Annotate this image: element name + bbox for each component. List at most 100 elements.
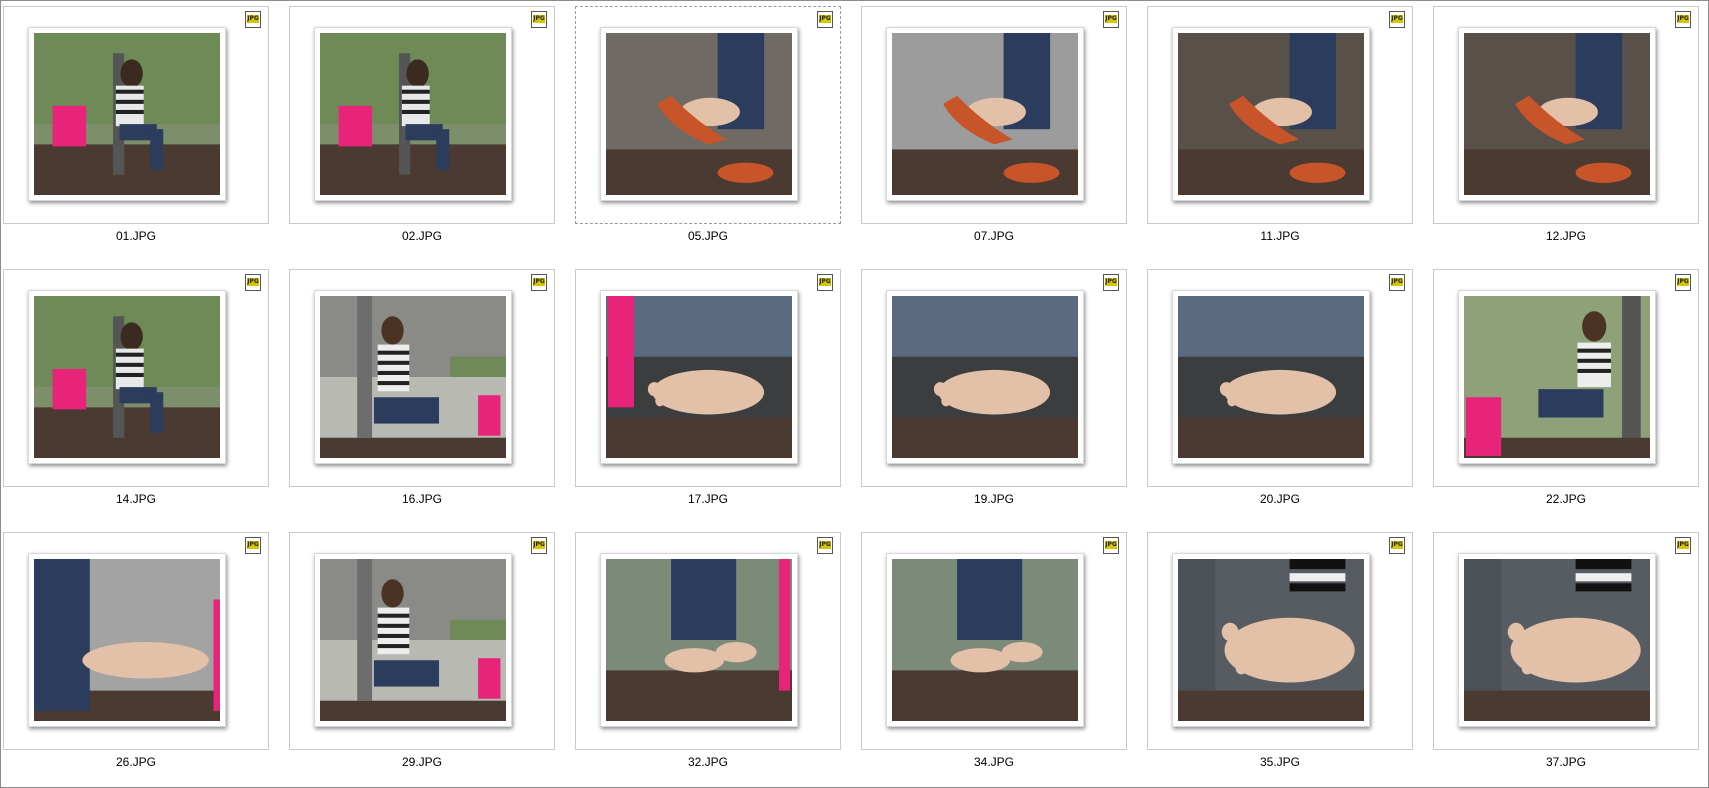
thumbnail-photo — [606, 559, 792, 721]
file-name-label[interactable]: 01.JPG — [3, 229, 269, 243]
file-name-label[interactable]: 22.JPG — [1433, 492, 1699, 506]
thumbnail-photo — [1464, 33, 1650, 195]
thumbnail-frame[interactable]: JPG — [861, 6, 1127, 224]
file-item[interactable]: JPG 14.JPG — [3, 269, 269, 513]
image-thumbnail[interactable] — [28, 27, 226, 201]
thumbnail-frame[interactable]: JPG — [1433, 269, 1699, 487]
file-name-label[interactable]: 26.JPG — [3, 755, 269, 769]
jpg-badge-text: JPG — [247, 15, 259, 23]
jpg-file-type-icon: JPG — [817, 274, 833, 291]
file-name-label[interactable]: 02.JPG — [289, 229, 555, 243]
file-name-label[interactable]: 20.JPG — [1147, 492, 1413, 506]
thumbnail-photo — [34, 296, 220, 458]
image-thumbnail[interactable] — [886, 290, 1084, 464]
thumbnail-grid: JPG 01.JPG JPG 02.JPG JPG 05.JPG JPG 07.JPG JPG 1… — [3, 6, 1699, 776]
thumbnail-frame[interactable]: JPG — [3, 532, 269, 750]
jpg-file-type-icon: JPG — [817, 537, 833, 554]
file-item[interactable]: JPG 34.JPG — [861, 532, 1127, 776]
thumbnail-frame[interactable]: JPG — [289, 6, 555, 224]
image-thumbnail[interactable] — [28, 290, 226, 464]
image-thumbnail[interactable] — [1172, 290, 1370, 464]
file-item[interactable]: JPG 02.JPG — [289, 6, 555, 250]
jpg-badge-text: JPG — [1391, 15, 1403, 23]
file-item[interactable]: JPG 16.JPG — [289, 269, 555, 513]
file-item[interactable]: JPG 37.JPG — [1433, 532, 1699, 776]
file-item[interactable]: JPG 12.JPG — [1433, 6, 1699, 250]
image-thumbnail[interactable] — [1172, 27, 1370, 201]
jpg-file-type-icon: JPG — [531, 274, 547, 291]
thumbnail-frame[interactable]: JPG — [575, 532, 841, 750]
file-item[interactable]: JPG 29.JPG — [289, 532, 555, 776]
jpg-badge-text: JPG — [1677, 15, 1689, 23]
file-item[interactable]: JPG 35.JPG — [1147, 532, 1413, 776]
jpg-badge-text: JPG — [247, 278, 259, 286]
file-name-label[interactable]: 16.JPG — [289, 492, 555, 506]
image-thumbnail[interactable] — [28, 553, 226, 727]
image-thumbnail[interactable] — [1458, 27, 1656, 201]
file-item[interactable]: JPG 07.JPG — [861, 6, 1127, 250]
image-thumbnail[interactable] — [886, 27, 1084, 201]
image-thumbnail[interactable] — [314, 27, 512, 201]
thumbnail-frame[interactable]: JPG — [1147, 532, 1413, 750]
file-name-label[interactable]: 32.JPG — [575, 755, 841, 769]
file-item[interactable]: JPG 17.JPG — [575, 269, 841, 513]
thumbnail-frame[interactable]: JPG — [289, 269, 555, 487]
image-thumbnail[interactable] — [600, 290, 798, 464]
jpg-file-type-icon: JPG — [1675, 11, 1691, 28]
image-thumbnail[interactable] — [1172, 553, 1370, 727]
file-item[interactable]: JPG 19.JPG — [861, 269, 1127, 513]
thumbnail-photo — [606, 296, 792, 458]
jpg-file-type-icon: JPG — [245, 274, 261, 291]
file-item[interactable]: JPG 11.JPG — [1147, 6, 1413, 250]
file-item[interactable]: JPG 01.JPG — [3, 6, 269, 250]
thumbnail-frame[interactable]: JPG — [3, 6, 269, 224]
image-thumbnail[interactable] — [314, 290, 512, 464]
jpg-badge-text: JPG — [533, 541, 545, 549]
image-thumbnail[interactable] — [886, 553, 1084, 727]
thumbnail-frame[interactable]: JPG — [289, 532, 555, 750]
jpg-file-type-icon: JPG — [1675, 274, 1691, 291]
thumbnail-frame[interactable]: JPG — [1433, 532, 1699, 750]
jpg-badge-text: JPG — [819, 541, 831, 549]
file-item[interactable]: JPG 32.JPG — [575, 532, 841, 776]
file-name-label[interactable]: 34.JPG — [861, 755, 1127, 769]
thumbnail-photo — [606, 33, 792, 195]
file-name-label[interactable]: 35.JPG — [1147, 755, 1413, 769]
jpg-file-type-icon: JPG — [1675, 537, 1691, 554]
image-thumbnail[interactable] — [1458, 290, 1656, 464]
file-name-label[interactable]: 14.JPG — [3, 492, 269, 506]
file-item[interactable]: JPG 26.JPG — [3, 532, 269, 776]
file-name-label[interactable]: 11.JPG — [1147, 229, 1413, 243]
thumbnail-frame[interactable]: JPG — [1147, 269, 1413, 487]
image-thumbnail[interactable] — [600, 553, 798, 727]
jpg-file-type-icon: JPG — [1103, 274, 1119, 291]
file-item[interactable]: JPG 05.JPG — [575, 6, 841, 250]
file-name-label[interactable]: 37.JPG — [1433, 755, 1699, 769]
image-thumbnail[interactable] — [1458, 553, 1656, 727]
jpg-file-type-icon: JPG — [245, 537, 261, 554]
jpg-file-type-icon: JPG — [1389, 274, 1405, 291]
file-name-label[interactable]: 12.JPG — [1433, 229, 1699, 243]
thumbnail-frame[interactable]: JPG — [861, 269, 1127, 487]
thumbnail-frame[interactable]: JPG — [575, 6, 841, 224]
thumbnail-frame[interactable]: JPG — [575, 269, 841, 487]
file-name-label[interactable]: 17.JPG — [575, 492, 841, 506]
file-name-label[interactable]: 05.JPG — [575, 229, 841, 243]
file-name-label[interactable]: 19.JPG — [861, 492, 1127, 506]
jpg-badge-text: JPG — [533, 15, 545, 23]
thumbnail-frame[interactable]: JPG — [3, 269, 269, 487]
image-thumbnail[interactable] — [600, 27, 798, 201]
image-thumbnail[interactable] — [314, 553, 512, 727]
thumbnail-photo — [320, 559, 506, 721]
file-item[interactable]: JPG 22.JPG — [1433, 269, 1699, 513]
jpg-badge-text: JPG — [819, 278, 831, 286]
file-item[interactable]: JPG 20.JPG — [1147, 269, 1413, 513]
thumbnail-frame[interactable]: JPG — [861, 532, 1127, 750]
jpg-badge-text: JPG — [1391, 278, 1403, 286]
thumbnail-photo — [1178, 559, 1364, 721]
jpg-badge-text: JPG — [533, 278, 545, 286]
file-name-label[interactable]: 07.JPG — [861, 229, 1127, 243]
thumbnail-frame[interactable]: JPG — [1147, 6, 1413, 224]
file-name-label[interactable]: 29.JPG — [289, 755, 555, 769]
thumbnail-frame[interactable]: JPG — [1433, 6, 1699, 224]
